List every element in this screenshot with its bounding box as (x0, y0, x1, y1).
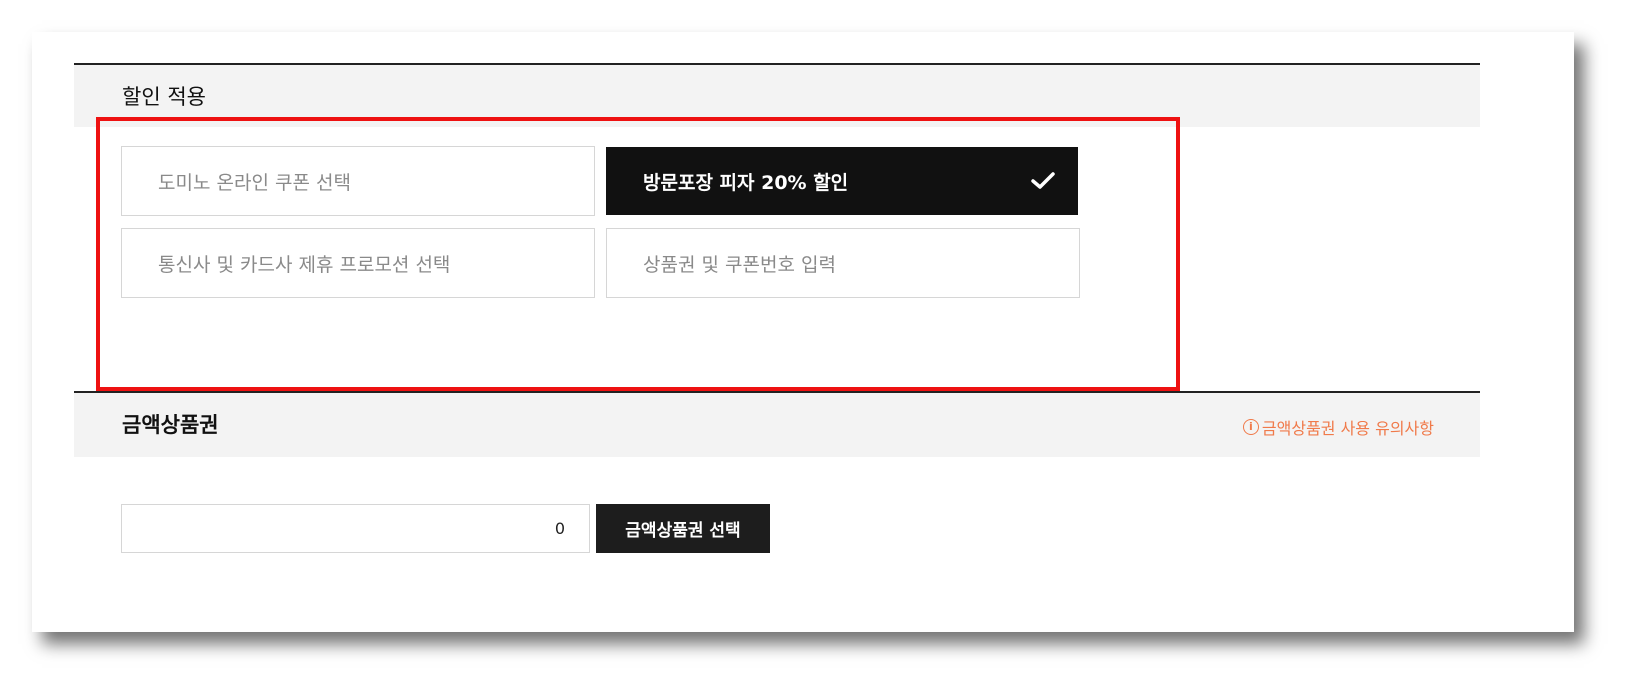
gift-card-notice-link[interactable]: i 금액상품권 사용 유의사항 (1242, 415, 1434, 439)
discount-section-title: 할인 적용 (122, 85, 206, 109)
option-label: 도미노 온라인 쿠폰 선택 (158, 171, 351, 194)
gift-card-select-button[interactable]: 금액상품권 선택 (596, 504, 770, 553)
option-takeout-pizza-discount[interactable]: 방문포장 피자 20% 할인 (606, 147, 1078, 215)
gift-card-section-header: 금액상품권 i 금액상품권 사용 유의사항 (74, 391, 1480, 457)
gift-card-section-title: 금액상품권 (122, 413, 219, 437)
notice-label: 금액상품권 사용 유의사항 (1261, 419, 1434, 438)
option-label: 상품권 및 쿠폰번호 입력 (643, 253, 836, 276)
option-label: 방문포장 피자 20% 할인 (643, 171, 849, 194)
option-label: 통신사 및 카드사 제휴 프로모션 선택 (158, 253, 451, 276)
checkmark-icon (1031, 172, 1055, 189)
option-telecom-card-promotion[interactable]: 통신사 및 카드사 제휴 프로모션 선택 (121, 228, 595, 298)
info-icon: i (1242, 419, 1259, 435)
discount-section-header: 할인 적용 (74, 63, 1480, 127)
gift-card-amount-input[interactable] (121, 504, 590, 553)
option-gift-card-coupon-code[interactable]: 상품권 및 쿠폰번호 입력 (606, 228, 1080, 298)
option-domino-online-coupon[interactable]: 도미노 온라인 쿠폰 선택 (121, 146, 595, 216)
